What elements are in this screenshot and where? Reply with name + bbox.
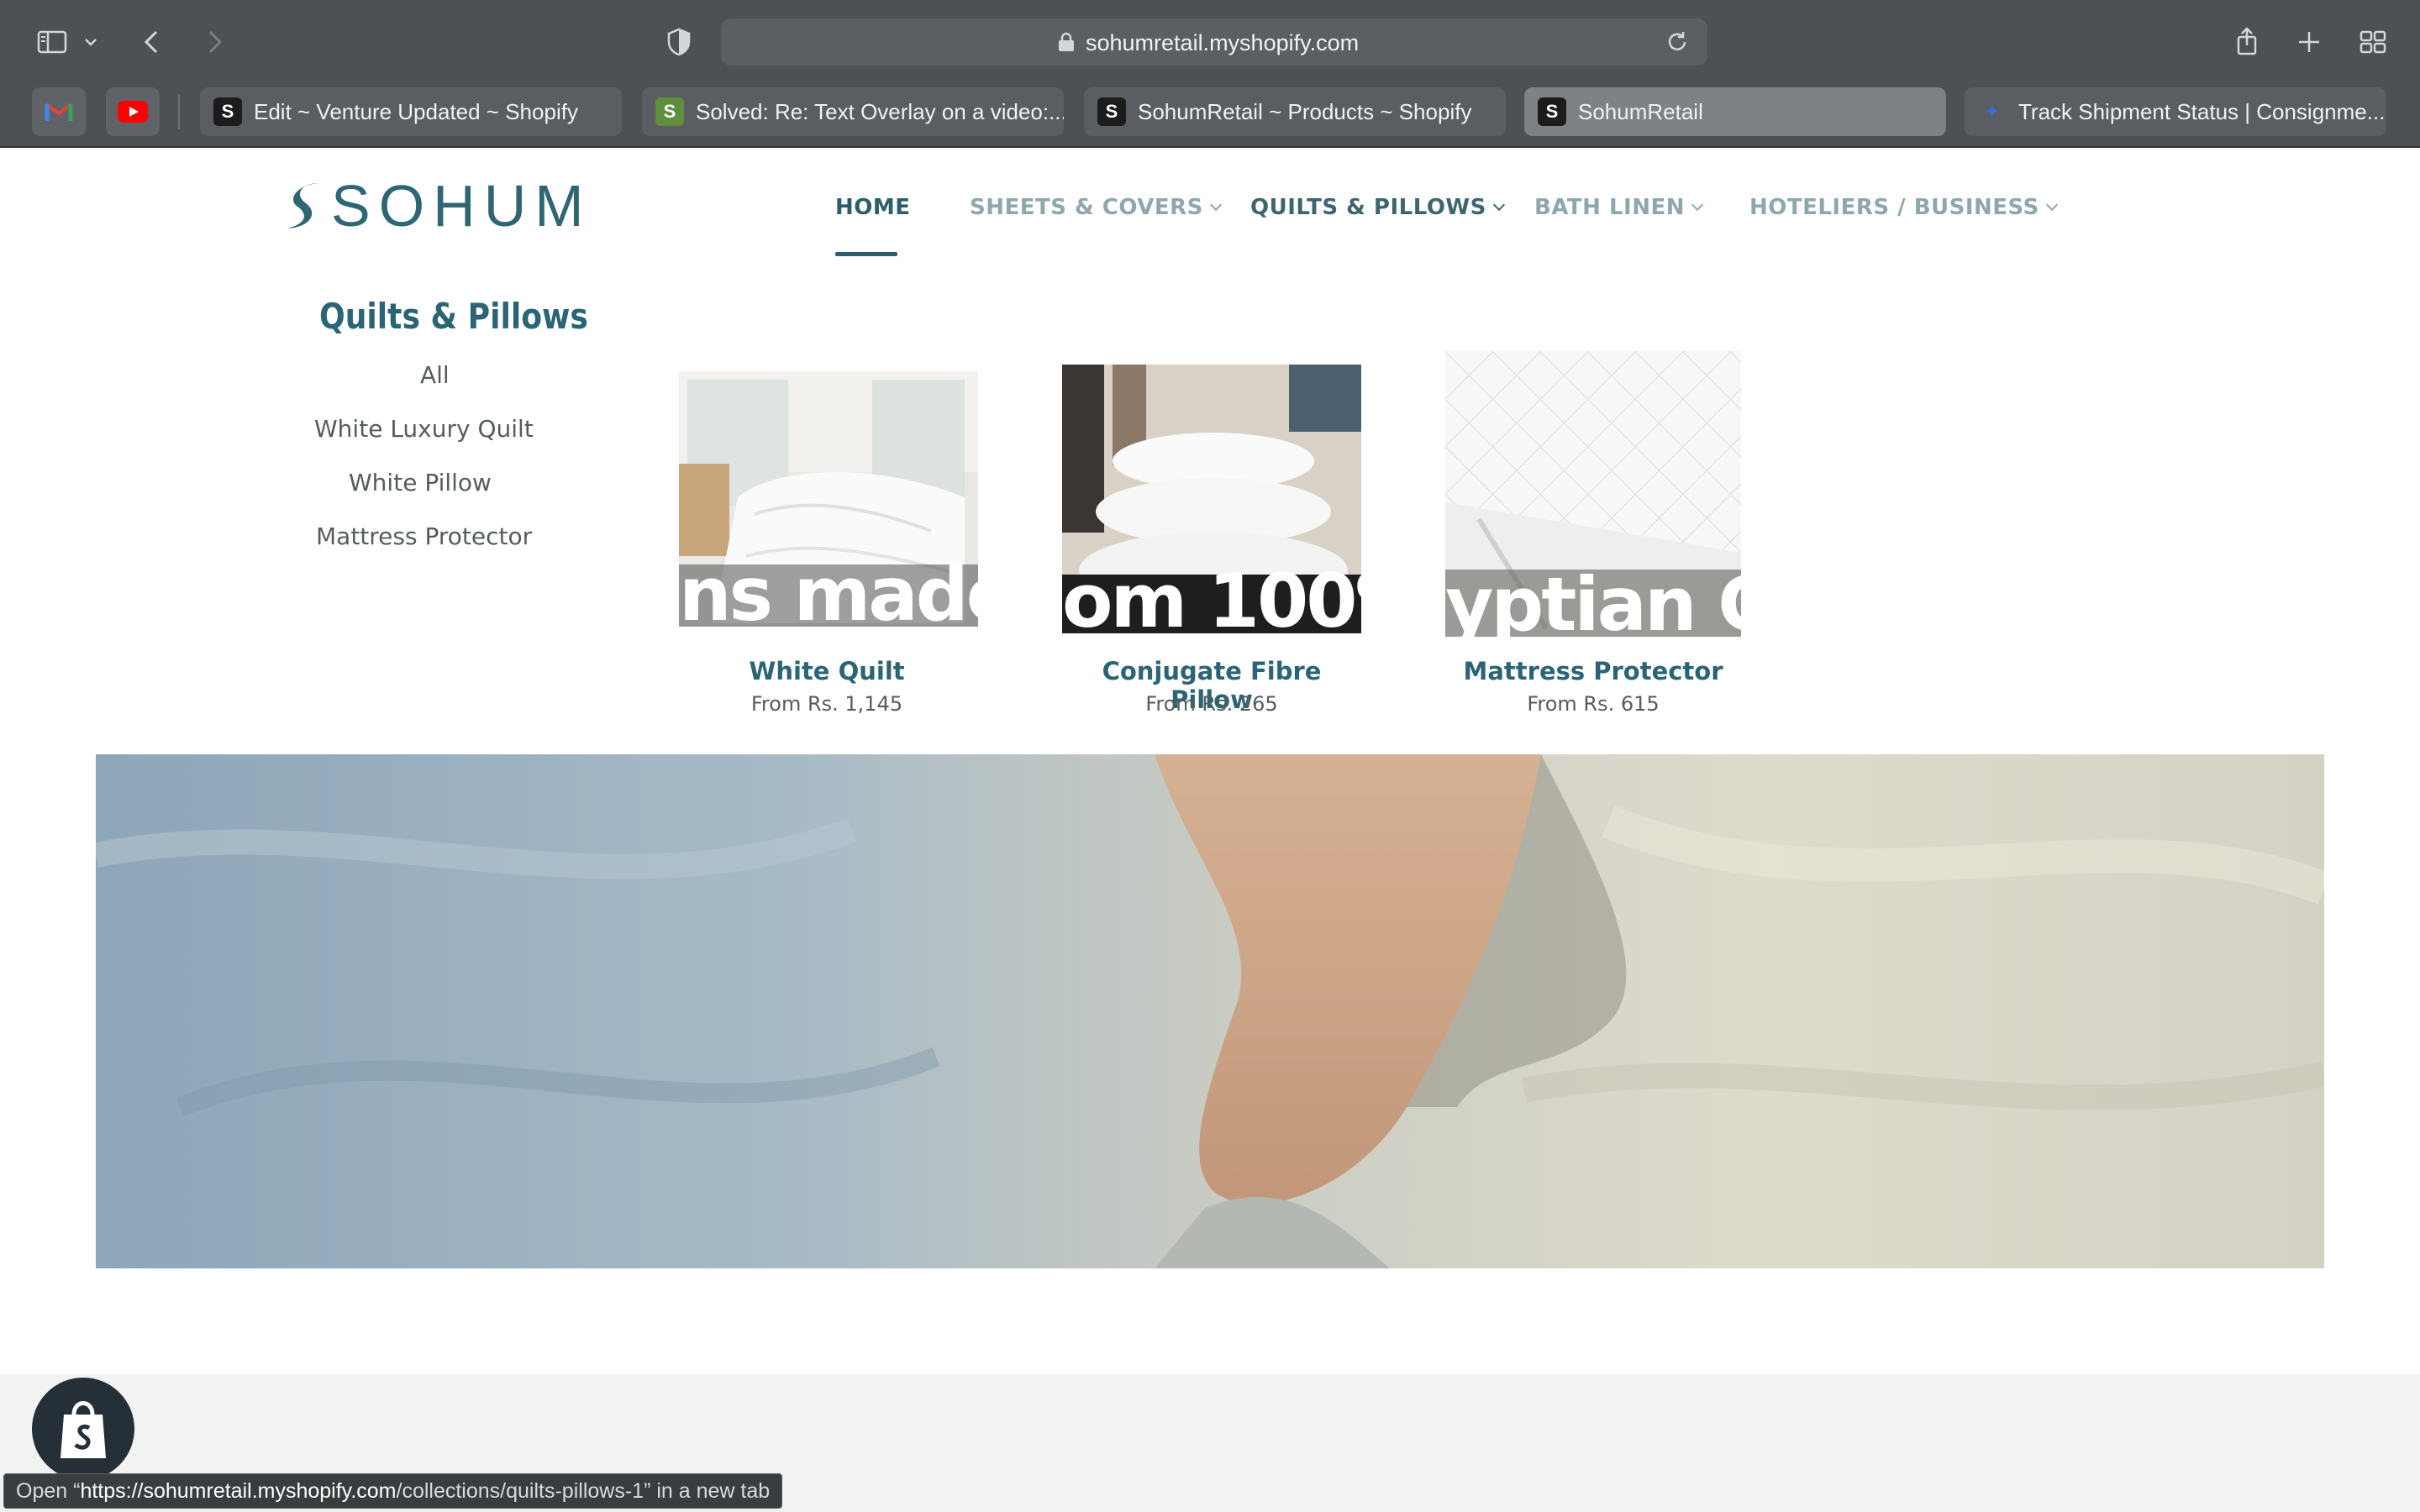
reload-icon[interactable] — [1664, 29, 1691, 55]
shopify-community-icon: S — [655, 97, 684, 126]
chevron-down-icon — [2045, 198, 2058, 212]
youtube-icon — [118, 101, 148, 123]
tab-edit-venture[interactable]: S Edit ~ Venture Updated ~ Shopify — [200, 87, 622, 136]
product-image-white-quilt[interactable]: ns made f — [679, 371, 978, 627]
hero-video-banner[interactable] — [96, 754, 2324, 1268]
share-icon[interactable] — [2227, 22, 2267, 62]
tab-track-shipment[interactable]: ✦ Track Shipment Status | Consignme... — [1965, 87, 2386, 136]
tab-title: Track Shipment Status | Consignme... — [2018, 98, 2386, 124]
nav-bath-linen-label: BATH LINEN — [1534, 195, 1685, 220]
tab-title: SohumRetail ~ Products ~ Shopify — [1138, 98, 1472, 124]
forward-icon[interactable] — [193, 22, 234, 62]
nav-hoteliers-business[interactable]: HOTELIERS / BUSINESS — [1749, 195, 2058, 220]
status-host: https://sohumretail.myshopify.com — [80, 1478, 397, 1503]
status-path: /collections/quilts-pillows-1 — [396, 1478, 644, 1503]
nav-quilts-pillows[interactable]: QUILTS & PILLOWS — [1250, 195, 1505, 220]
tab-sohumretail[interactable]: S SohumRetail — [1524, 87, 1946, 136]
nav-sheets-covers-label: SHEETS & COVERS — [970, 195, 1203, 220]
nav-hoteliers-business-label: HOTELIERS / BUSINESS — [1749, 195, 2039, 220]
tab-solved-text-overlay[interactable]: S Solved: Re: Text Overlay on a video:..… — [642, 87, 1064, 136]
tab-title: Solved: Re: Text Overlay on a video:... — [696, 98, 1064, 124]
nav-active-underline — [835, 252, 897, 256]
product-image-mattress-protector[interactable]: yptian Co — [1445, 351, 1741, 637]
nav-quilts-pillows-label: QUILTS & PILLOWS — [1250, 195, 1486, 220]
shopify-icon: S — [1097, 97, 1126, 126]
tab-sohumretail-products[interactable]: S SohumRetail ~ Products ~ Shopify — [1084, 87, 1506, 136]
tab-bar: S Edit ~ Venture Updated ~ Shopify S Sol… — [0, 84, 2420, 144]
shopify-preview-button[interactable] — [32, 1378, 134, 1480]
menu-link-white-luxury-quilt[interactable]: White Luxury Quilt — [314, 415, 534, 443]
main-nav: HOME SHEETS & COVERS QUILTS & PILLOWS BA… — [0, 195, 2420, 228]
tab-overview-icon[interactable] — [2353, 22, 2393, 62]
menu-link-white-pillow[interactable]: White Pillow — [349, 469, 492, 496]
status-prefix: Open “ — [16, 1478, 81, 1503]
product-overlay-text: yptian Co — [1445, 561, 1741, 638]
privacy-shield-icon[interactable] — [659, 22, 699, 62]
menu-title: Quilts & Pillows — [319, 296, 588, 337]
tab-title: SohumRetail — [1578, 98, 1703, 124]
gmail-icon — [45, 102, 73, 121]
address-bar[interactable]: sohumretail.myshopify.com — [721, 18, 1707, 66]
chevron-down-icon[interactable] — [79, 22, 103, 62]
lock-icon — [1059, 32, 1074, 51]
nav-bath-linen[interactable]: BATH LINEN — [1534, 195, 1704, 220]
nav-home-label: HOME — [835, 195, 911, 220]
product-overlay-text: ns made f — [679, 551, 978, 627]
product-price: From Rs. 1,145 — [750, 692, 903, 716]
shopify-icon: S — [1538, 97, 1566, 126]
tab-title: Edit ~ Venture Updated ~ Shopify — [254, 98, 578, 124]
new-tab-icon[interactable] — [2289, 22, 2329, 62]
chevron-down-icon — [1492, 198, 1505, 212]
product-price: From Rs. 265 — [1145, 692, 1278, 716]
shopify-bag-icon — [60, 1401, 106, 1458]
chevron-down-icon — [1209, 198, 1222, 212]
browser-toolbar: sohumretail.myshopify.com — [0, 0, 2420, 84]
nav-home[interactable]: HOME — [835, 195, 911, 220]
link-status-bar: Open “https://sohumretail.myshopify.com /… — [3, 1473, 783, 1509]
nav-sheets-covers[interactable]: SHEETS & COVERS — [970, 195, 1222, 220]
tab-divider — [178, 94, 180, 129]
chevron-down-icon — [1691, 198, 1704, 212]
pinned-tab-youtube[interactable] — [106, 87, 160, 136]
pinned-tab-gmail[interactable] — [32, 87, 86, 136]
menu-link-all[interactable]: All — [420, 361, 450, 389]
url-text: sohumretail.myshopify.com — [1086, 30, 1360, 55]
status-suffix: ” in a new tab — [644, 1478, 771, 1503]
back-icon[interactable] — [133, 22, 173, 62]
browser-chrome: sohumretail.myshopify.com S Edit ~ Ventu… — [0, 0, 2420, 148]
product-image-conjugate-fibre-pillow[interactable]: om 100% — [1062, 365, 1361, 633]
product-name[interactable]: Mattress Protector — [1442, 657, 1744, 685]
sidebar-toggle-icon[interactable] — [32, 22, 72, 62]
product-price: From Rs. 615 — [1527, 692, 1660, 716]
product-overlay-text: om 100% — [1062, 558, 1361, 634]
product-name[interactable]: White Quilt — [676, 657, 978, 685]
shopify-icon: S — [213, 97, 242, 126]
shipment-icon: ✦ — [1984, 101, 2001, 122]
menu-link-mattress-protector[interactable]: Mattress Protector — [316, 522, 532, 550]
